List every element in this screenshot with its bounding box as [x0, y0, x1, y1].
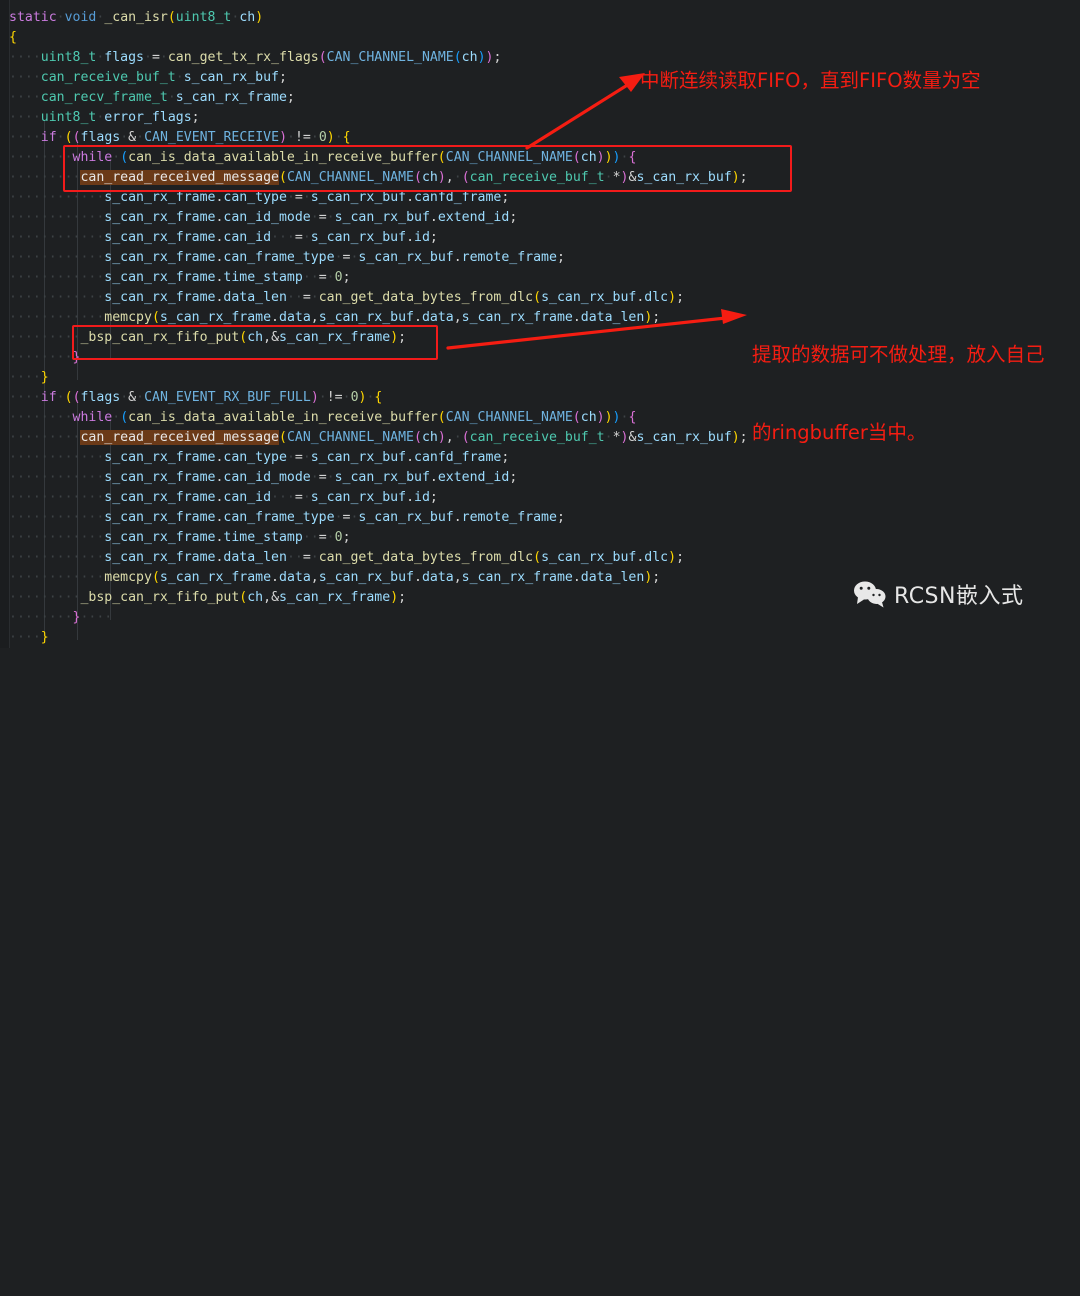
- code-line: ············s_can_rx_frame.can_id···=·s_…: [9, 490, 438, 505]
- code-line: ············s_can_rx_frame.time_stamp··=…: [9, 530, 351, 545]
- code-line: ············s_can_rx_frame.can_type·=·s_…: [9, 190, 510, 205]
- code-line: ····}: [9, 630, 49, 645]
- code-line: static·void·_can_isr(uint8_t·ch): [9, 10, 264, 25]
- code-line: ·········can_read_received_message(CAN_C…: [9, 170, 748, 185]
- watermark-label: RCSN嵌入式: [894, 584, 1024, 609]
- code-line: {: [9, 30, 17, 45]
- code-line: ·········can_read_received_message(CAN_C…: [9, 430, 748, 445]
- code-line: ····if·((flags·&·CAN_EVENT_RX_BUF_FULL)·…: [9, 390, 383, 405]
- code-line: ········}····: [9, 610, 113, 625]
- code-line: ············memcpy(s_can_rx_frame.data,s…: [9, 310, 661, 325]
- code-line: ····can_receive_buf_t·s_can_rx_buf;: [9, 70, 287, 85]
- code-line: ····}: [9, 370, 49, 385]
- code-line: ········while·(can_is_data_available_in_…: [9, 150, 637, 165]
- code-line: ·········_bsp_can_rx_fifo_put(ch,&s_can_…: [9, 590, 407, 605]
- code-line: ············memcpy(s_can_rx_frame.data,s…: [9, 570, 661, 585]
- code-line: ····can_recv_frame_t·s_can_rx_frame;: [9, 90, 295, 105]
- code-line: ············s_can_rx_frame.time_stamp··=…: [9, 270, 351, 285]
- highlighted-token: can_read_received_message: [80, 170, 279, 185]
- annotation-note-1: 中断连续读取FIFO，直到FIFO数量为空: [640, 69, 981, 92]
- code-line: ····uint8_t·flags·=·can_get_tx_rx_flags(…: [9, 50, 502, 65]
- code-line: ············s_can_rx_frame.can_type·=·s_…: [9, 450, 510, 465]
- annotation-note-2-line1: 提取的数据可不做处理，放入自己: [752, 343, 1045, 366]
- annotation-note-2-line2: 的ringbuffer当中。: [752, 421, 927, 444]
- code-line: ········}: [9, 350, 81, 365]
- code-line: ············s_can_rx_frame.can_id···=·s_…: [9, 230, 438, 245]
- annotation-note-2: 提取的数据可不做处理，放入自己 的ringbuffer当中。: [752, 290, 1045, 498]
- code-line: ············s_can_rx_frame.can_id_mode·=…: [9, 210, 518, 225]
- code-line: ············s_can_rx_frame.data_len··=·c…: [9, 290, 685, 305]
- code-line: ····if·((flags·&·CAN_EVENT_RECEIVE)·!=·0…: [9, 130, 351, 145]
- screenshot-root: static·void·_can_isr(uint8_t·ch) { ····u…: [0, 0, 1080, 648]
- code-line: ············s_can_rx_frame.data_len··=·c…: [9, 550, 685, 565]
- code-line: ············s_can_rx_frame.can_frame_typ…: [9, 250, 565, 265]
- code-line: ············s_can_rx_frame.can_frame_typ…: [9, 510, 565, 525]
- wechat-icon: [854, 581, 886, 608]
- highlighted-token: can_read_received_message: [80, 430, 279, 445]
- watermark: RCSN嵌入式: [853, 578, 1023, 610]
- code-line: ············s_can_rx_frame.can_id_mode·=…: [9, 470, 518, 485]
- code-line: ····uint8_t·error_flags;: [9, 110, 200, 125]
- code-line: ·········_bsp_can_rx_fifo_put(ch,&s_can_…: [9, 330, 407, 345]
- code-line: ········while·(can_is_data_available_in_…: [9, 410, 637, 425]
